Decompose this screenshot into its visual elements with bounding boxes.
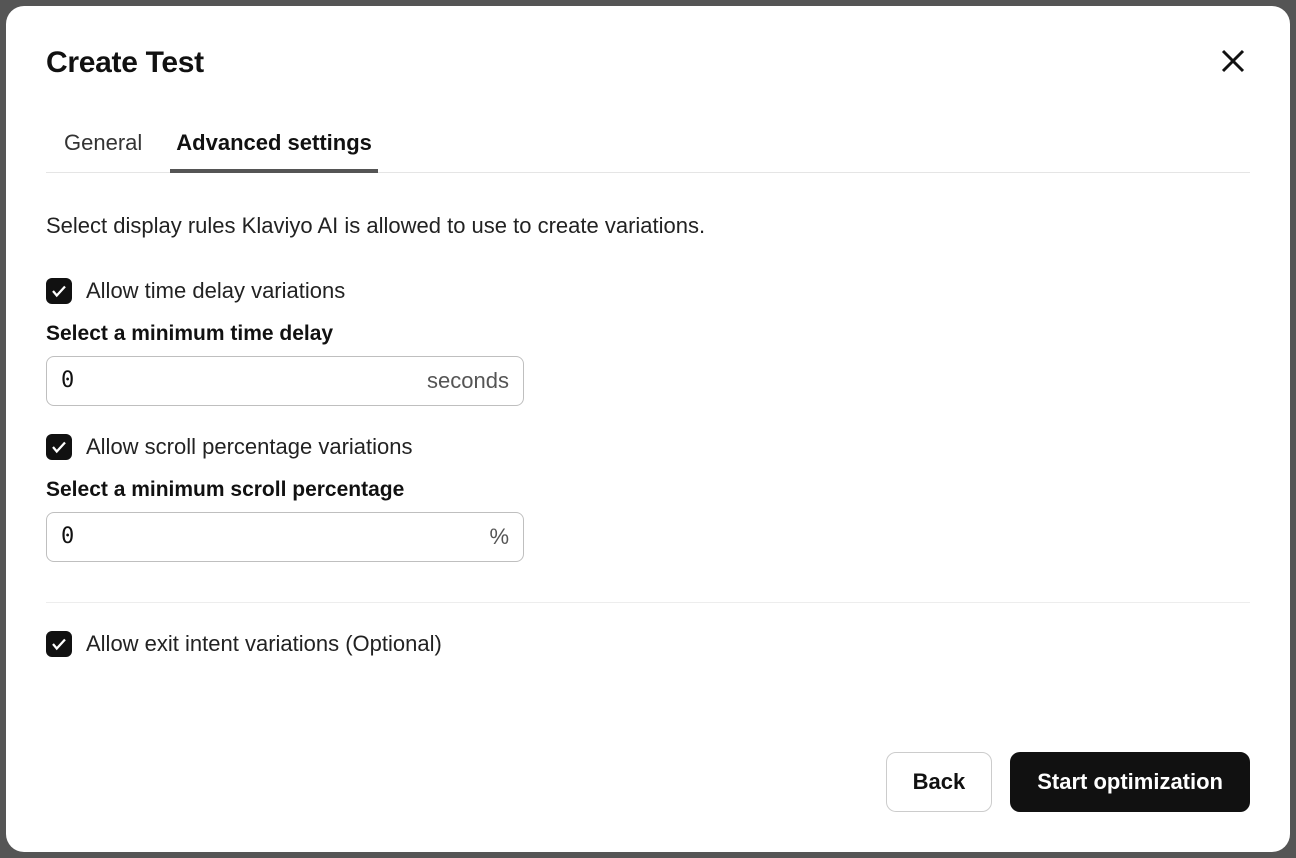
create-test-modal: Create Test General Advanced settings Se… (6, 6, 1290, 852)
scroll-field-label: Select a minimum scroll percentage (46, 478, 1250, 502)
time-delay-checkbox-label[interactable]: Allow time delay variations (86, 278, 345, 304)
exit-intent-checkbox[interactable] (46, 631, 72, 657)
scroll-input[interactable] (47, 513, 479, 561)
exit-intent-checkbox-row: Allow exit intent variations (Optional) (46, 631, 1250, 657)
scroll-input-group: % (46, 512, 524, 562)
scroll-checkbox[interactable] (46, 434, 72, 460)
tabs: General Advanced settings (46, 130, 1250, 173)
divider (46, 602, 1250, 603)
scroll-checkbox-row: Allow scroll percentage variations (46, 434, 1250, 460)
time-delay-input-group: seconds (46, 356, 524, 406)
tab-general[interactable]: General (64, 130, 142, 172)
time-delay-checkbox[interactable] (46, 278, 72, 304)
tab-advanced-settings[interactable]: Advanced settings (176, 130, 372, 172)
close-icon (1218, 46, 1248, 76)
back-button[interactable]: Back (886, 752, 993, 812)
time-delay-suffix: seconds (417, 357, 523, 405)
check-icon (50, 635, 68, 653)
modal-title: Create Test (46, 46, 204, 80)
modal-header: Create Test (46, 44, 1250, 80)
time-delay-field-label: Select a minimum time delay (46, 322, 1250, 346)
exit-intent-checkbox-label[interactable]: Allow exit intent variations (Optional) (86, 631, 442, 657)
start-optimization-button[interactable]: Start optimization (1010, 752, 1250, 812)
close-button[interactable] (1216, 44, 1250, 78)
modal-content: Select display rules Klaviyo AI is allow… (46, 173, 1250, 752)
time-delay-input[interactable] (47, 357, 417, 405)
scroll-checkbox-label[interactable]: Allow scroll percentage variations (86, 434, 413, 460)
check-icon (50, 282, 68, 300)
check-icon (50, 438, 68, 456)
modal-footer: Back Start optimization (46, 752, 1250, 812)
scroll-suffix: % (479, 513, 523, 561)
time-delay-checkbox-row: Allow time delay variations (46, 278, 1250, 304)
description-text: Select display rules Klaviyo AI is allow… (46, 211, 1250, 242)
